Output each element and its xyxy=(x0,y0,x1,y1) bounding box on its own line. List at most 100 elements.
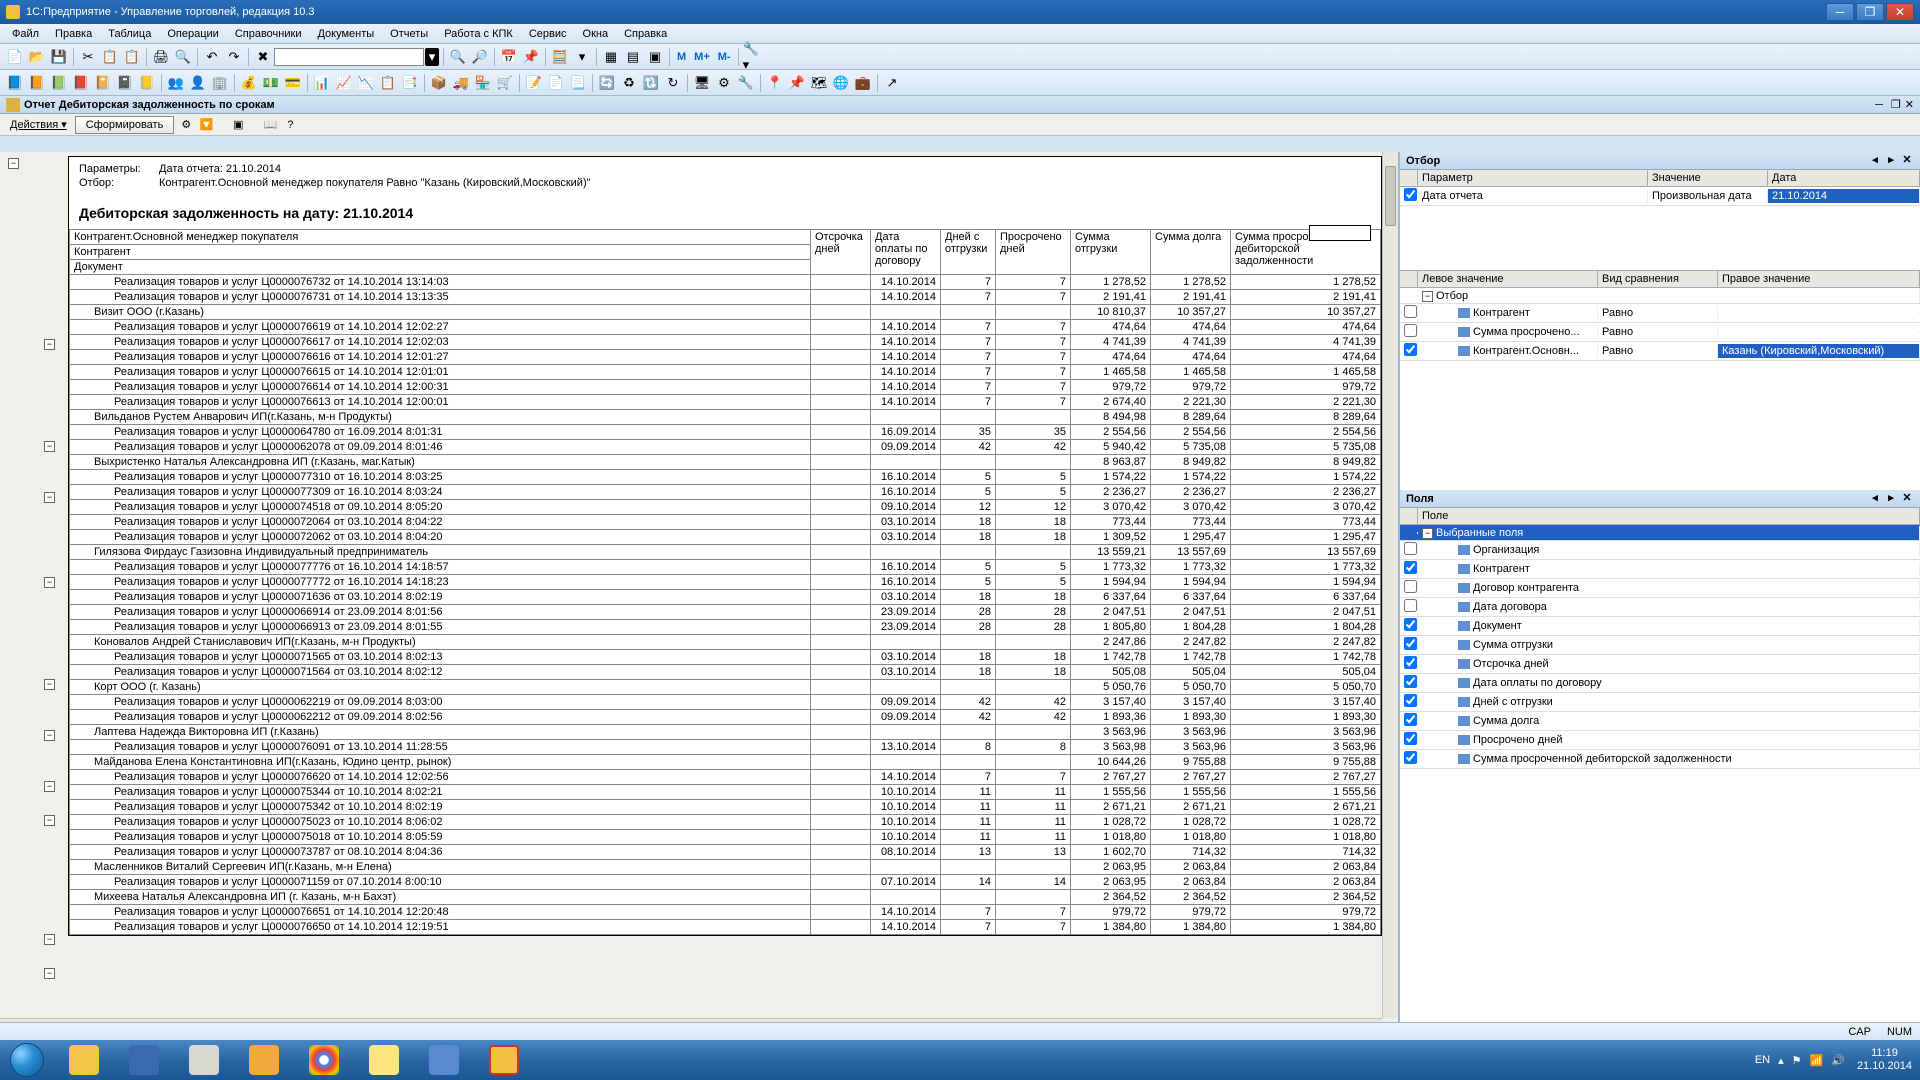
start-button[interactable] xyxy=(0,1040,54,1080)
fields-row[interactable]: Отсрочка дней xyxy=(1400,655,1920,674)
tb2-25-icon[interactable]: 📃 xyxy=(568,73,588,93)
table-row[interactable]: Реализация товаров и услуг Ц0000076091 о… xyxy=(70,740,1381,755)
filter-tree-checkbox[interactable] xyxy=(1404,305,1417,318)
menu-windows[interactable]: Окна xyxy=(575,26,617,42)
menu-reports[interactable]: Отчеты xyxy=(382,26,436,42)
filter-row-checkbox[interactable] xyxy=(1404,188,1417,201)
field-checkbox[interactable] xyxy=(1404,580,1417,593)
table-row[interactable]: Масленников Виталий Сергеевич ИП(г.Казан… xyxy=(70,860,1381,875)
table-row[interactable]: Реализация товаров и услуг Ц0000077772 о… xyxy=(70,575,1381,590)
tree-collapse-group[interactable]: − xyxy=(44,339,55,350)
panel-close-icon[interactable]: ✕ xyxy=(1900,492,1914,506)
field-checkbox[interactable] xyxy=(1404,675,1417,688)
panel-left-icon[interactable]: ◂ xyxy=(1868,492,1882,506)
table-row[interactable]: Реализация товаров и услуг Ц0000071565 о… xyxy=(70,650,1381,665)
fields-row[interactable]: Просрочено дней xyxy=(1400,731,1920,750)
paste-icon[interactable]: 📋 xyxy=(122,47,142,67)
field-checkbox[interactable] xyxy=(1404,542,1417,555)
table-row[interactable]: Реализация товаров и услуг Ц0000076616 о… xyxy=(70,350,1381,365)
menu-file[interactable]: Файл xyxy=(4,26,47,42)
field-checkbox[interactable] xyxy=(1404,732,1417,745)
doc-close-icon[interactable]: ✕ xyxy=(1905,98,1914,111)
tb2-30-icon[interactable]: 🖥 xyxy=(692,73,712,93)
search-dropdown-icon[interactable]: ▾ xyxy=(425,48,439,66)
table-row[interactable]: Выхристенко Наталья Александровна ИП (г.… xyxy=(70,455,1381,470)
field-checkbox[interactable] xyxy=(1404,599,1417,612)
form-icon[interactable]: ▣ xyxy=(645,47,665,67)
tree-collapse-group[interactable]: − xyxy=(44,934,55,945)
field-checkbox[interactable] xyxy=(1404,618,1417,631)
settings-icon[interactable]: ▾ xyxy=(572,47,592,67)
tb2-5-icon[interactable]: 📔 xyxy=(93,73,113,93)
cancel-icon[interactable]: ✖ xyxy=(253,47,273,67)
vertical-scrollbar[interactable] xyxy=(1382,152,1398,1018)
tb2-6-icon[interactable]: 📓 xyxy=(115,73,135,93)
tb2-12-icon[interactable]: 💵 xyxy=(261,73,281,93)
table-row[interactable]: Визит ООО (г.Казань)10 810,3710 357,2710… xyxy=(70,305,1381,320)
undo-icon[interactable]: ↶ xyxy=(202,47,222,67)
save-icon[interactable]: 💾 xyxy=(49,47,69,67)
table-row[interactable]: Реализация товаров и услуг Ц0000075344 о… xyxy=(70,785,1381,800)
floating-input[interactable] xyxy=(1309,225,1371,241)
field-checkbox[interactable] xyxy=(1404,656,1417,669)
field-checkbox[interactable] xyxy=(1404,751,1417,764)
help-icon[interactable]: ? xyxy=(281,116,299,134)
table-row[interactable]: Реализация товаров и услуг Ц0000076619 о… xyxy=(70,320,1381,335)
open-icon[interactable]: 📂 xyxy=(27,47,47,67)
tb2-29-icon[interactable]: ↻ xyxy=(663,73,683,93)
tb2-14-icon[interactable]: 📊 xyxy=(312,73,332,93)
fields-row[interactable]: Договор контрагента xyxy=(1400,579,1920,598)
filter-tree-checkbox[interactable] xyxy=(1404,343,1417,356)
menu-help[interactable]: Справка xyxy=(616,26,675,42)
table-row[interactable]: Майданова Елена Константиновна ИП(г.Каза… xyxy=(70,755,1381,770)
task-sticky[interactable] xyxy=(355,1041,413,1079)
tb2-18-icon[interactable]: 📑 xyxy=(400,73,420,93)
minimize-button[interactable]: ─ xyxy=(1826,3,1854,21)
tb2-37-icon[interactable]: 💼 xyxy=(853,73,873,93)
tb2-20-icon[interactable]: 🚚 xyxy=(451,73,471,93)
table-row[interactable]: Реализация товаров и услуг Ц0000073787 о… xyxy=(70,845,1381,860)
preview-icon[interactable]: 🔍 xyxy=(173,47,193,67)
table-row[interactable]: Реализация товаров и услуг Ц0000066914 о… xyxy=(70,605,1381,620)
tb2-8-icon[interactable]: 👥 xyxy=(166,73,186,93)
table-row[interactable]: Реализация товаров и услуг Ц0000071636 о… xyxy=(70,590,1381,605)
table-row[interactable]: Гилязова Фирдаус Газизовна Индивидуальны… xyxy=(70,545,1381,560)
book-icon[interactable]: 📖 xyxy=(261,116,279,134)
tb2-17-icon[interactable]: 📋 xyxy=(378,73,398,93)
m-minus2-icon[interactable]: M- xyxy=(714,49,735,65)
tb2-22-icon[interactable]: 🛒 xyxy=(495,73,515,93)
task-calc[interactable] xyxy=(175,1041,233,1079)
tb2-19-icon[interactable]: 📦 xyxy=(429,73,449,93)
task-chrome[interactable] xyxy=(295,1041,353,1079)
table-row[interactable]: Реализация товаров и услуг Ц0000074518 о… xyxy=(70,500,1381,515)
table-row[interactable]: Реализация товаров и услуг Ц0000075018 о… xyxy=(70,830,1381,845)
fields-row[interactable]: Контрагент xyxy=(1400,560,1920,579)
task-app1[interactable] xyxy=(415,1041,473,1079)
tb2-26-icon[interactable]: 🔄 xyxy=(597,73,617,93)
report-table[interactable]: Контрагент.Основной менеджер покупателя … xyxy=(69,229,1381,935)
doc-maximize-icon[interactable]: ❐ xyxy=(1891,98,1901,111)
tray-lang[interactable]: EN xyxy=(1755,1054,1770,1066)
tb2-11-icon[interactable]: 💰 xyxy=(239,73,259,93)
menu-service[interactable]: Сервис xyxy=(521,26,575,42)
table-row[interactable]: Реализация товаров и услуг Ц0000077310 о… xyxy=(70,470,1381,485)
tb2-1-icon[interactable]: 📘 xyxy=(5,73,25,93)
tb2-21-icon[interactable]: 🏪 xyxy=(473,73,493,93)
table-row[interactable]: Реализация товаров и услуг Ц0000071564 о… xyxy=(70,665,1381,680)
table-row[interactable]: Реализация товаров и услуг Ц0000064780 о… xyxy=(70,425,1381,440)
table-row[interactable]: Реализация товаров и услуг Ц0000077776 о… xyxy=(70,560,1381,575)
filter-tree-checkbox[interactable] xyxy=(1404,324,1417,337)
table-row[interactable]: Реализация товаров и услуг Ц0000062219 о… xyxy=(70,695,1381,710)
search-input[interactable] xyxy=(274,48,424,66)
tb2-9-icon[interactable]: 👤 xyxy=(188,73,208,93)
table-row[interactable]: Реализация товаров и услуг Ц0000077309 о… xyxy=(70,485,1381,500)
tree-collapse-group[interactable]: − xyxy=(44,815,55,826)
maximize-button[interactable]: ❐ xyxy=(1856,3,1884,21)
fields-row[interactable]: Дата оплаты по договору xyxy=(1400,674,1920,693)
doc-minimize-icon[interactable]: ─ xyxy=(1875,99,1883,111)
field-checkbox[interactable] xyxy=(1404,694,1417,707)
filter-tree-item-selected[interactable]: Контрагент.Основн... Равно Казань (Киров… xyxy=(1400,342,1920,361)
tb2-34-icon[interactable]: 📌 xyxy=(787,73,807,93)
panel-close-icon[interactable]: ✕ xyxy=(1900,154,1914,168)
table-row[interactable]: Реализация товаров и услуг Ц0000076731 о… xyxy=(70,290,1381,305)
